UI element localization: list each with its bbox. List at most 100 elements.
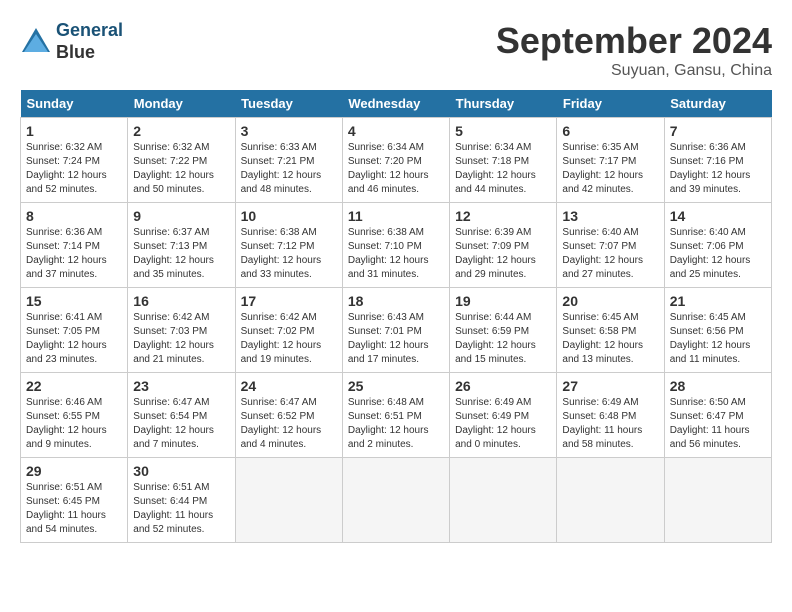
day-number: 20 [562,293,658,309]
calendar-cell: 11 Sunrise: 6:38 AM Sunset: 7:10 PM Dayl… [342,203,449,288]
day-number: 22 [26,378,122,394]
title-block: September 2024 Suyuan, Gansu, China [496,20,772,80]
day-number: 28 [670,378,766,394]
day-info: Sunrise: 6:35 AM Sunset: 7:17 PM Dayligh… [562,141,658,197]
calendar-cell: 19 Sunrise: 6:44 AM Sunset: 6:59 PM Dayl… [450,288,557,373]
day-number: 7 [670,123,766,139]
page-header: General Blue September 2024 Suyuan, Gans… [20,20,772,80]
calendar-cell [557,458,664,543]
calendar-row: 8 Sunrise: 6:36 AM Sunset: 7:14 PM Dayli… [21,203,772,288]
day-info: Sunrise: 6:50 AM Sunset: 6:47 PM Dayligh… [670,396,766,452]
day-info: Sunrise: 6:42 AM Sunset: 7:03 PM Dayligh… [133,311,229,367]
day-info: Sunrise: 6:51 AM Sunset: 6:45 PM Dayligh… [26,481,122,537]
day-number: 1 [26,123,122,139]
day-info: Sunrise: 6:38 AM Sunset: 7:12 PM Dayligh… [241,226,337,282]
day-info: Sunrise: 6:34 AM Sunset: 7:18 PM Dayligh… [455,141,551,197]
calendar-cell: 30 Sunrise: 6:51 AM Sunset: 6:44 PM Dayl… [128,458,235,543]
day-number: 13 [562,208,658,224]
calendar-cell [235,458,342,543]
day-number: 21 [670,293,766,309]
calendar-cell: 12 Sunrise: 6:39 AM Sunset: 7:09 PM Dayl… [450,203,557,288]
day-number: 12 [455,208,551,224]
header-tuesday: Tuesday [235,90,342,118]
day-number: 15 [26,293,122,309]
day-number: 23 [133,378,229,394]
day-info: Sunrise: 6:45 AM Sunset: 6:56 PM Dayligh… [670,311,766,367]
calendar-cell: 10 Sunrise: 6:38 AM Sunset: 7:12 PM Dayl… [235,203,342,288]
day-info: Sunrise: 6:47 AM Sunset: 6:54 PM Dayligh… [133,396,229,452]
day-number: 27 [562,378,658,394]
calendar-cell: 1 Sunrise: 6:32 AM Sunset: 7:24 PM Dayli… [21,118,128,203]
day-number: 17 [241,293,337,309]
day-info: Sunrise: 6:45 AM Sunset: 6:58 PM Dayligh… [562,311,658,367]
calendar-cell: 21 Sunrise: 6:45 AM Sunset: 6:56 PM Dayl… [664,288,771,373]
calendar-cell: 9 Sunrise: 6:37 AM Sunset: 7:13 PM Dayli… [128,203,235,288]
day-info: Sunrise: 6:49 AM Sunset: 6:49 PM Dayligh… [455,396,551,452]
day-info: Sunrise: 6:47 AM Sunset: 6:52 PM Dayligh… [241,396,337,452]
header-friday: Friday [557,90,664,118]
header-saturday: Saturday [664,90,771,118]
calendar-cell: 13 Sunrise: 6:40 AM Sunset: 7:07 PM Dayl… [557,203,664,288]
location: Suyuan, Gansu, China [496,62,772,80]
calendar-cell: 3 Sunrise: 6:33 AM Sunset: 7:21 PM Dayli… [235,118,342,203]
day-info: Sunrise: 6:32 AM Sunset: 7:22 PM Dayligh… [133,141,229,197]
day-number: 30 [133,463,229,479]
day-number: 8 [26,208,122,224]
calendar-row: 22 Sunrise: 6:46 AM Sunset: 6:55 PM Dayl… [21,373,772,458]
day-info: Sunrise: 6:44 AM Sunset: 6:59 PM Dayligh… [455,311,551,367]
day-number: 5 [455,123,551,139]
calendar-cell: 25 Sunrise: 6:48 AM Sunset: 6:51 PM Dayl… [342,373,449,458]
day-number: 19 [455,293,551,309]
calendar-cell: 7 Sunrise: 6:36 AM Sunset: 7:16 PM Dayli… [664,118,771,203]
logo-text: General Blue [56,20,123,63]
calendar-cell: 23 Sunrise: 6:47 AM Sunset: 6:54 PM Dayl… [128,373,235,458]
header-wednesday: Wednesday [342,90,449,118]
weekday-header-row: Sunday Monday Tuesday Wednesday Thursday… [21,90,772,118]
logo: General Blue [20,20,123,63]
calendar-cell: 14 Sunrise: 6:40 AM Sunset: 7:06 PM Dayl… [664,203,771,288]
header-thursday: Thursday [450,90,557,118]
day-number: 4 [348,123,444,139]
day-number: 24 [241,378,337,394]
day-info: Sunrise: 6:43 AM Sunset: 7:01 PM Dayligh… [348,311,444,367]
day-info: Sunrise: 6:32 AM Sunset: 7:24 PM Dayligh… [26,141,122,197]
day-number: 29 [26,463,122,479]
calendar-row: 15 Sunrise: 6:41 AM Sunset: 7:05 PM Dayl… [21,288,772,373]
day-number: 16 [133,293,229,309]
day-info: Sunrise: 6:51 AM Sunset: 6:44 PM Dayligh… [133,481,229,537]
calendar-cell: 26 Sunrise: 6:49 AM Sunset: 6:49 PM Dayl… [450,373,557,458]
calendar-cell: 28 Sunrise: 6:50 AM Sunset: 6:47 PM Dayl… [664,373,771,458]
day-number: 18 [348,293,444,309]
calendar-cell: 15 Sunrise: 6:41 AM Sunset: 7:05 PM Dayl… [21,288,128,373]
calendar-cell: 18 Sunrise: 6:43 AM Sunset: 7:01 PM Dayl… [342,288,449,373]
day-info: Sunrise: 6:37 AM Sunset: 7:13 PM Dayligh… [133,226,229,282]
day-number: 2 [133,123,229,139]
month-title: September 2024 [496,20,772,62]
day-info: Sunrise: 6:49 AM Sunset: 6:48 PM Dayligh… [562,396,658,452]
day-number: 26 [455,378,551,394]
calendar-cell: 20 Sunrise: 6:45 AM Sunset: 6:58 PM Dayl… [557,288,664,373]
calendar-cell [450,458,557,543]
day-info: Sunrise: 6:40 AM Sunset: 7:06 PM Dayligh… [670,226,766,282]
day-info: Sunrise: 6:46 AM Sunset: 6:55 PM Dayligh… [26,396,122,452]
day-number: 11 [348,208,444,224]
day-info: Sunrise: 6:36 AM Sunset: 7:16 PM Dayligh… [670,141,766,197]
day-number: 25 [348,378,444,394]
calendar-cell: 17 Sunrise: 6:42 AM Sunset: 7:02 PM Dayl… [235,288,342,373]
day-info: Sunrise: 6:41 AM Sunset: 7:05 PM Dayligh… [26,311,122,367]
calendar-cell: 22 Sunrise: 6:46 AM Sunset: 6:55 PM Dayl… [21,373,128,458]
calendar-cell: 5 Sunrise: 6:34 AM Sunset: 7:18 PM Dayli… [450,118,557,203]
day-info: Sunrise: 6:39 AM Sunset: 7:09 PM Dayligh… [455,226,551,282]
day-info: Sunrise: 6:38 AM Sunset: 7:10 PM Dayligh… [348,226,444,282]
calendar-cell: 24 Sunrise: 6:47 AM Sunset: 6:52 PM Dayl… [235,373,342,458]
day-number: 3 [241,123,337,139]
calendar-row: 1 Sunrise: 6:32 AM Sunset: 7:24 PM Dayli… [21,118,772,203]
day-info: Sunrise: 6:48 AM Sunset: 6:51 PM Dayligh… [348,396,444,452]
day-number: 9 [133,208,229,224]
calendar-cell: 29 Sunrise: 6:51 AM Sunset: 6:45 PM Dayl… [21,458,128,543]
day-info: Sunrise: 6:40 AM Sunset: 7:07 PM Dayligh… [562,226,658,282]
calendar-cell: 6 Sunrise: 6:35 AM Sunset: 7:17 PM Dayli… [557,118,664,203]
calendar-row: 29 Sunrise: 6:51 AM Sunset: 6:45 PM Dayl… [21,458,772,543]
day-info: Sunrise: 6:34 AM Sunset: 7:20 PM Dayligh… [348,141,444,197]
calendar-cell [664,458,771,543]
